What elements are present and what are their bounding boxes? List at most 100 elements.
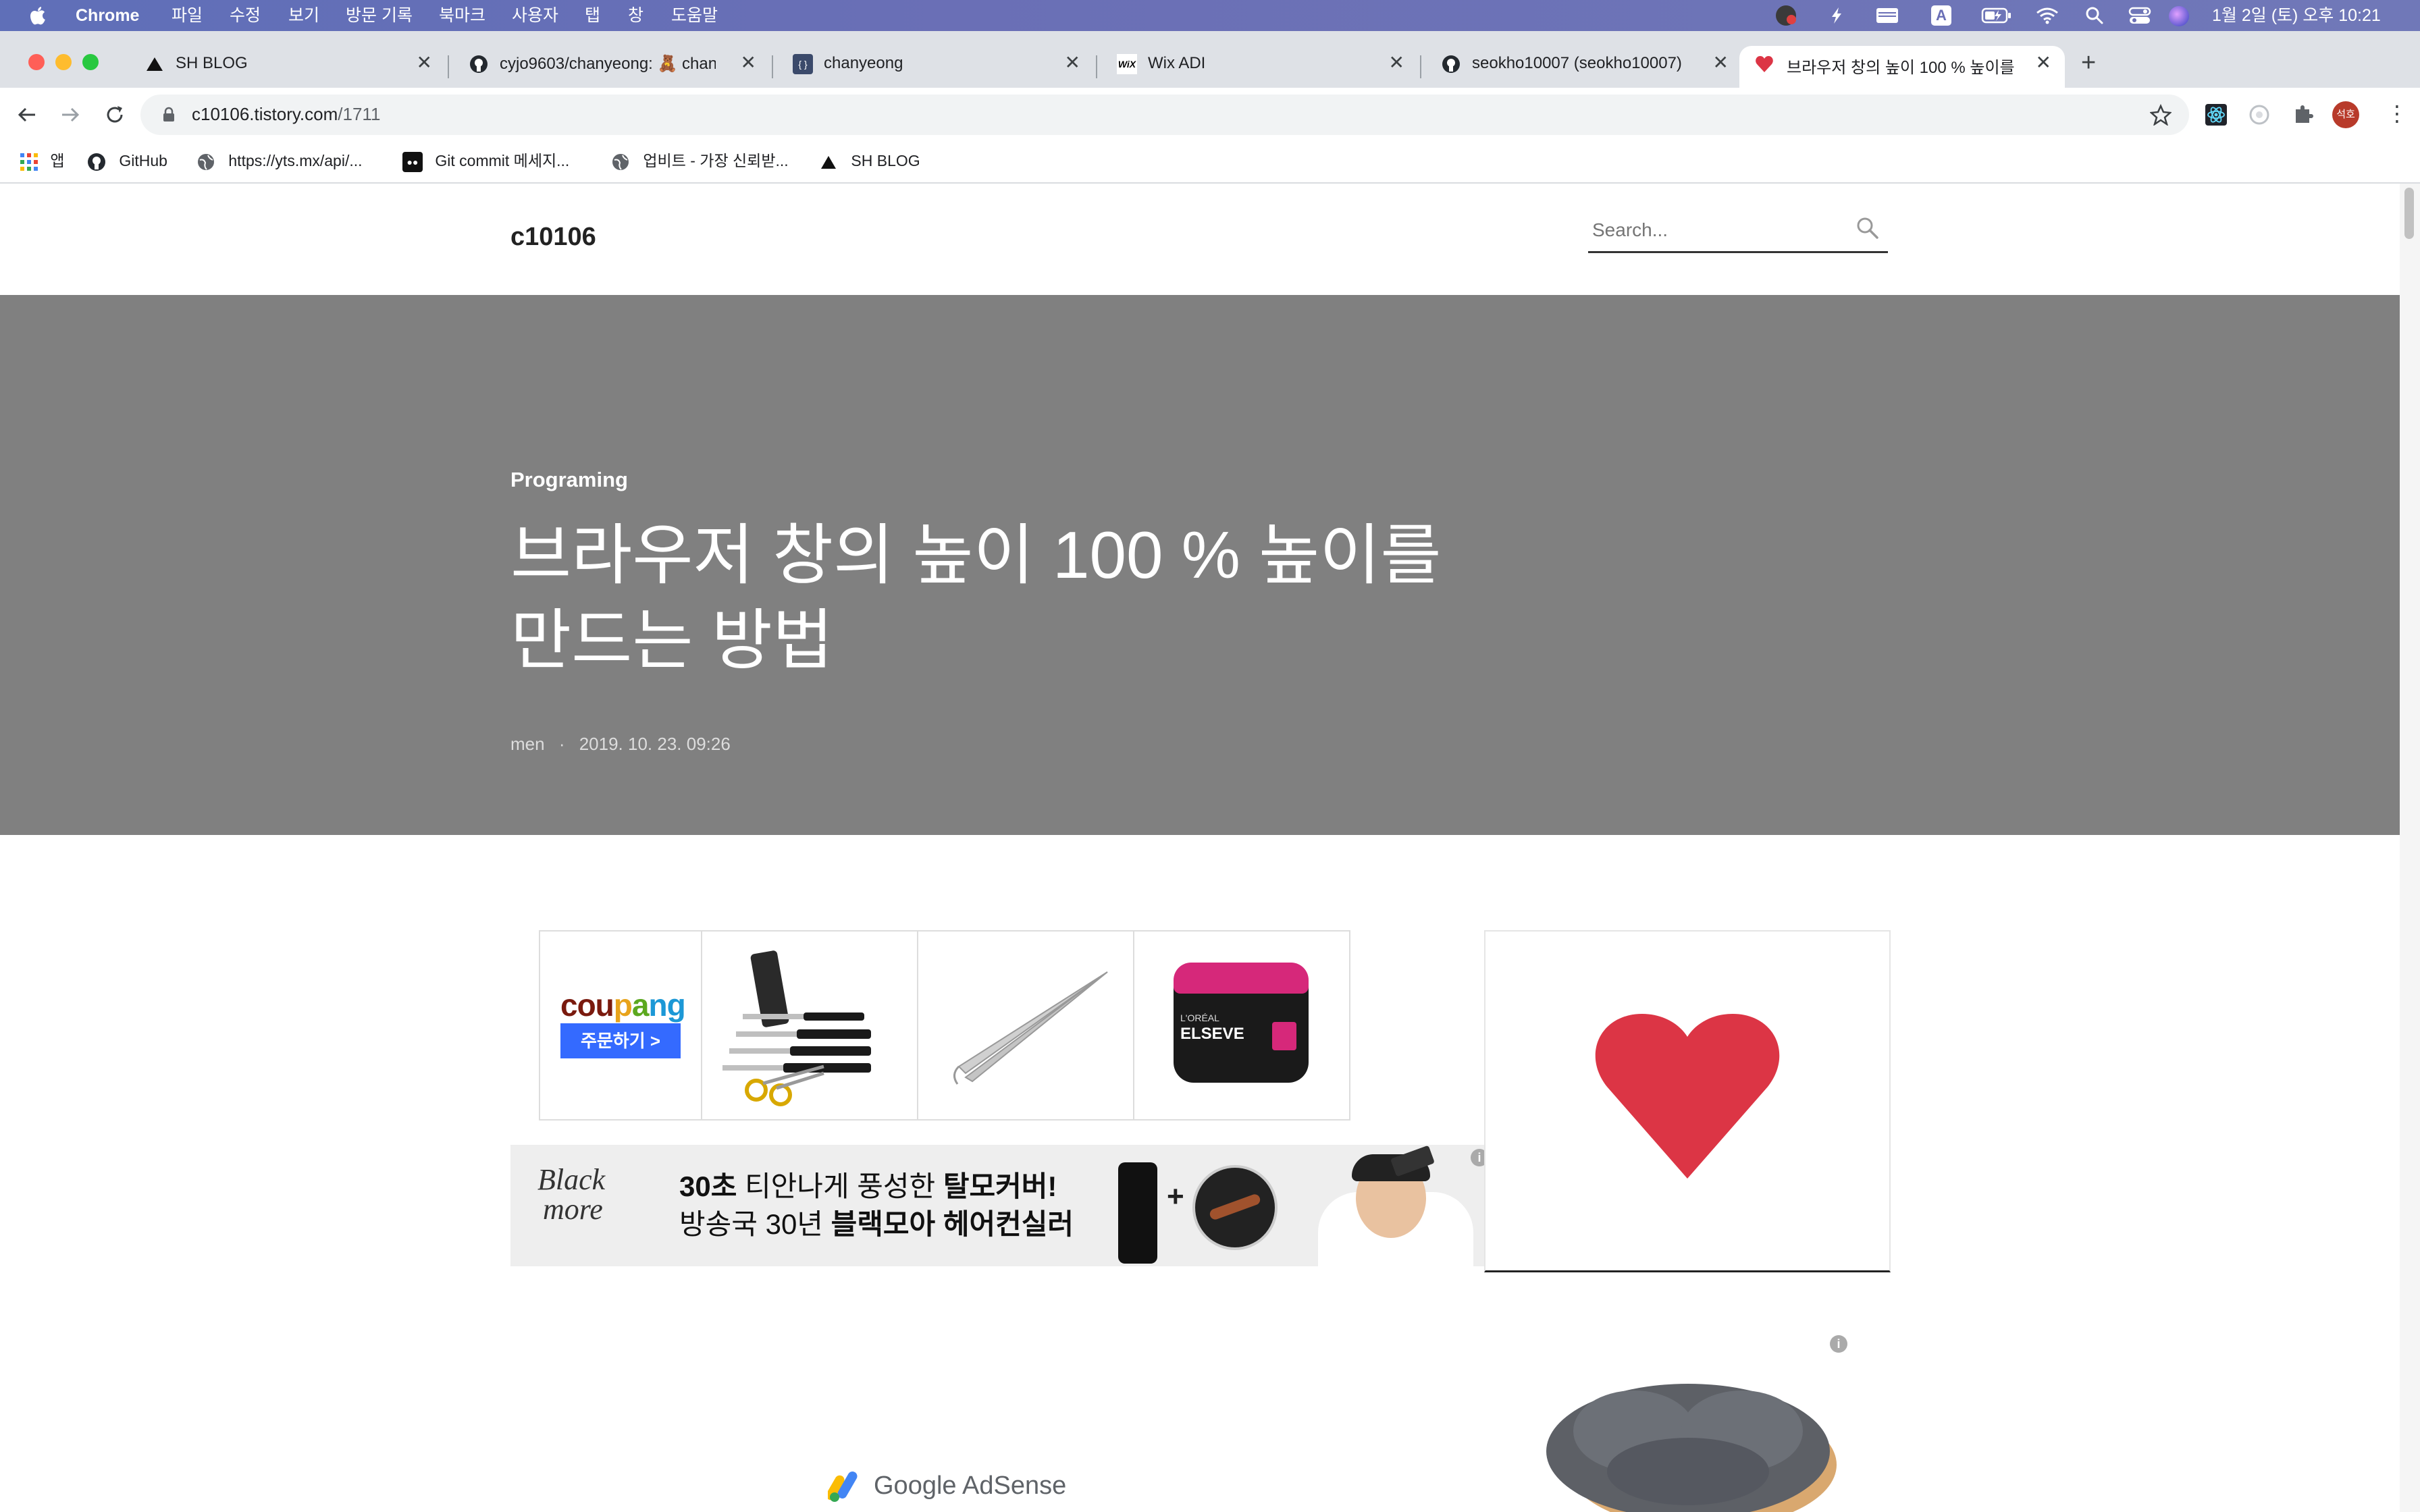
sidebar-heart-widget[interactable] — [1484, 930, 1891, 1272]
tab-close-icon[interactable]: ✕ — [741, 51, 756, 74]
url-host: c10106.tistory.com — [192, 104, 338, 124]
article-hero: Programing 브라우저 창의 높이 100 % 높이를 만드는 방법 m… — [0, 295, 2400, 835]
bookmark-label: 앱 — [50, 152, 65, 169]
reload-icon[interactable] — [104, 104, 126, 126]
article-date: 2019. 10. 23. 09:26 — [579, 734, 731, 754]
tab-chanyeong[interactable]: { } chanyeong ✕ — [774, 46, 1094, 88]
article-title-line-1: 브라우저 창의 높이 100 % 높이를 — [510, 518, 1442, 592]
bookmark-star-icon[interactable] — [2150, 104, 2172, 126]
coupang-ad[interactable]: coupang 주문하기 > L'ORÉAL ELSEVE — [539, 930, 1350, 1120]
menu-file[interactable]: 파일 — [172, 0, 203, 31]
tab-title: 브라우저 창의 높이 100 % 높이를 만드는 방법 — [1787, 59, 2016, 77]
pillow-ad[interactable] — [1533, 1364, 1850, 1512]
tab-separator — [448, 55, 449, 78]
adsense-label: Google AdSense — [874, 1472, 1067, 1500]
tab-close-icon[interactable]: ✕ — [2036, 51, 2051, 74]
page-scrollbar[interactable] — [2400, 184, 2420, 1512]
window-minimize-button[interactable] — [55, 54, 72, 70]
status-app-icon[interactable] — [1776, 5, 1796, 26]
menu-profiles[interactable]: 사용자 — [512, 0, 558, 31]
input-source-indicator[interactable]: A — [1931, 5, 1951, 26]
menu-edit[interactable]: 수정 — [230, 0, 261, 31]
blog-search — [1588, 209, 1888, 253]
search-input[interactable] — [1591, 215, 1850, 246]
bookmark-github[interactable]: GitHub — [86, 147, 167, 174]
tab-close-icon[interactable]: ✕ — [1389, 51, 1404, 74]
window-close-button[interactable] — [28, 54, 45, 70]
tab-close-icon[interactable]: ✕ — [417, 51, 432, 74]
plus-icon: + — [1167, 1180, 1184, 1213]
address-bar[interactable]: c10106.tistory.com/1711 — [140, 94, 2189, 135]
new-tab-button[interactable]: + — [2081, 49, 2096, 78]
github-icon — [470, 55, 488, 73]
control-center-icon[interactable] — [2128, 6, 2151, 25]
tab-separator — [772, 55, 773, 78]
wifi-icon[interactable] — [2035, 7, 2059, 24]
tab-separator — [1096, 55, 1097, 78]
tab-wix-adi[interactable]: WiX Wix ADI ✕ — [1098, 46, 1418, 88]
menu-help[interactable]: 도움말 — [671, 0, 718, 31]
search-icon[interactable] — [1856, 216, 1880, 240]
bookmark-yts-api[interactable]: https://yts.mx/api/... — [196, 147, 363, 174]
pillow-image — [1546, 1384, 1837, 1512]
tab-sh-blog[interactable]: SH BLOG ✕ — [126, 46, 446, 88]
github-icon — [88, 153, 105, 171]
knife-set-image — [722, 950, 871, 1106]
menu-tab[interactable]: 탭 — [585, 0, 600, 31]
tab-close-icon[interactable]: ✕ — [1065, 51, 1080, 74]
tab-separator — [1420, 55, 1421, 78]
bookmark-upbit[interactable]: 업비트 - 가장 신뢰받... — [610, 147, 789, 174]
forward-arrow-icon[interactable] — [59, 104, 81, 126]
ad-product-tweezers[interactable] — [918, 932, 1134, 1119]
chrome-menu-icon[interactable]: ⋮ — [2386, 100, 2408, 127]
ad-product-knives[interactable] — [702, 932, 918, 1119]
globe-icon — [612, 153, 629, 170]
meta-separator: · — [558, 734, 565, 754]
extensions-puzzle-icon[interactable] — [2292, 103, 2315, 126]
bookmark-apps[interactable]: 앱 — [19, 147, 65, 174]
menu-bookmarks[interactable]: 북마크 — [439, 0, 485, 31]
menu-window[interactable]: 창 — [628, 0, 643, 31]
blackmore-banner-ad[interactable]: Black more 30초 티안나게 풍성한 탈모커버! 방송국 30년 블랙… — [510, 1145, 1494, 1266]
status-bolt-icon[interactable] — [1826, 5, 1847, 26]
lock-icon[interactable] — [162, 107, 176, 123]
site-icon: ●● — [402, 151, 423, 172]
tab-title: SH BLOG — [176, 54, 248, 72]
spotlight-search-icon[interactable] — [2085, 6, 2104, 25]
tab-title: cyjo9603/chanyeong: 🧸 chanyeong — [500, 55, 716, 73]
battery-icon[interactable] — [1981, 7, 2012, 24]
github-icon — [1442, 55, 1460, 73]
article-category[interactable]: Programing — [510, 468, 628, 492]
extension-circle-icon[interactable] — [2248, 104, 2270, 126]
menu-view[interactable]: 보기 — [288, 0, 319, 31]
bookmark-sh-blog[interactable]: SH BLOG — [818, 147, 920, 174]
globe-icon — [198, 153, 214, 170]
menubar-datetime[interactable]: 1월 2일 (토) 오후 10:21 — [2212, 0, 2381, 31]
bookmark-label: GitHub — [119, 152, 167, 169]
apps-grid-icon — [20, 153, 38, 171]
tab-github-seokho[interactable]: seokho10007 (seokho10007) ✕ — [1422, 46, 1742, 88]
react-devtools-icon[interactable] — [2205, 104, 2227, 126]
ad-product-elseve[interactable]: L'ORÉAL ELSEVE — [1134, 932, 1349, 1119]
page-scrollbar-thumb[interactable] — [2404, 188, 2414, 239]
status-window-icon[interactable] — [1875, 7, 1899, 24]
coupang-order-button[interactable]: 주문하기 > — [560, 1023, 681, 1058]
tab-close-icon[interactable]: ✕ — [1713, 51, 1729, 74]
apple-icon[interactable] — [28, 5, 47, 26]
site-icon: { } — [793, 54, 813, 74]
tab-github-chanyeong[interactable]: cyjo9603/chanyeong: 🧸 chanyeong ✕ — [450, 46, 770, 88]
bookmark-git-commit[interactable]: ●● Git commit 메세지... — [402, 147, 569, 174]
menubar-app-name[interactable]: Chrome — [76, 0, 139, 31]
back-arrow-icon[interactable] — [16, 104, 38, 126]
tab-active-article[interactable]: 브라우저 창의 높이 100 % 높이를 만드는 방법 ✕ — [1739, 46, 2065, 88]
siri-icon[interactable] — [2169, 6, 2189, 26]
window-zoom-button[interactable] — [82, 54, 99, 70]
article-author[interactable]: men — [510, 734, 545, 754]
profile-avatar[interactable]: 석호 — [2332, 101, 2359, 128]
blog-logo[interactable]: c10106 — [510, 223, 596, 252]
ad-info-icon[interactable]: i — [1830, 1335, 1847, 1353]
menu-history[interactable]: 방문 기록 — [346, 0, 413, 31]
model-photo-image — [1291, 1145, 1494, 1266]
tweezers-image — [953, 971, 1108, 1085]
tab-title: chanyeong — [824, 54, 903, 72]
